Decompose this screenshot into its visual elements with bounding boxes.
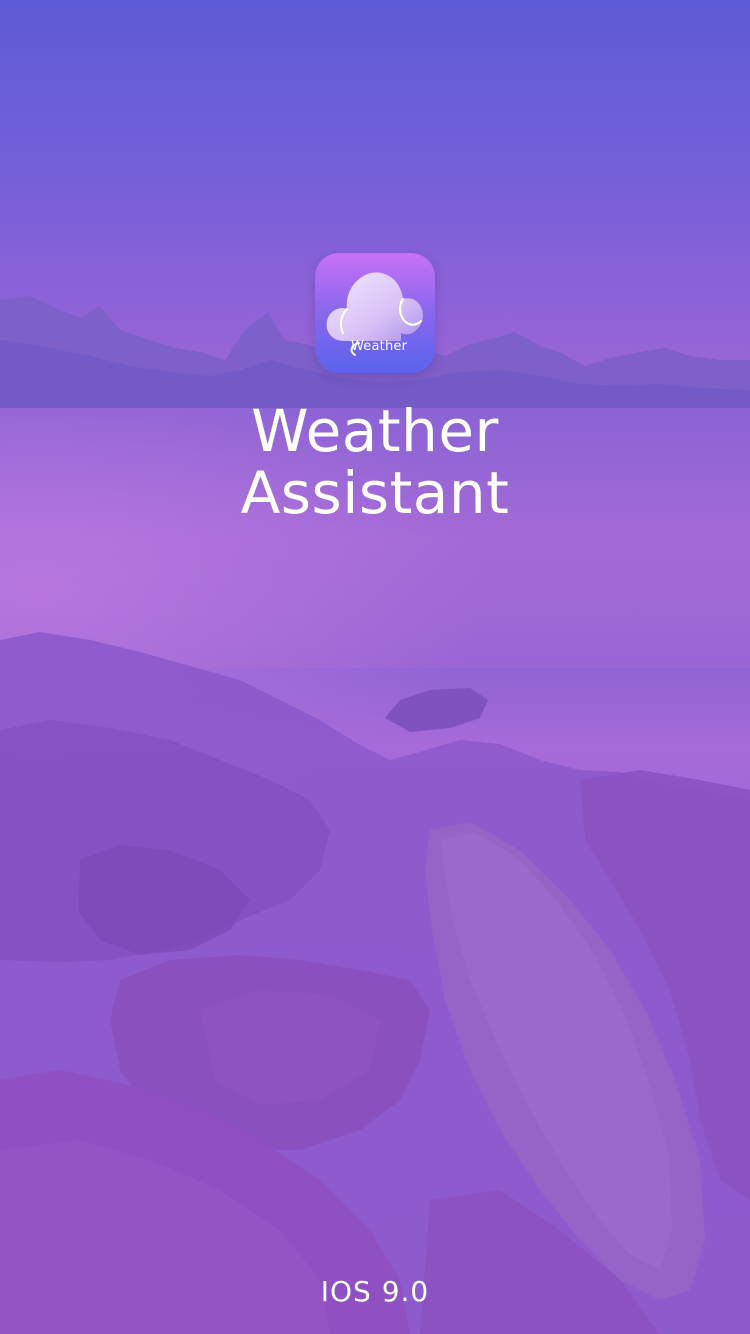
logo-wordmark: Weather [351,339,408,354]
background-landscape [0,296,750,1334]
app-title-line1: Weather [251,397,499,465]
app-logo: Weather [315,253,435,373]
app-title-line2: Assistant [240,459,510,527]
app-title: Weather Assistant [0,400,750,524]
cloud-icon [326,272,423,356]
version-label: IOS 9.0 [320,1275,430,1308]
splash-screen: Weather Weather Assistant IOS 9.0 [0,0,750,1334]
